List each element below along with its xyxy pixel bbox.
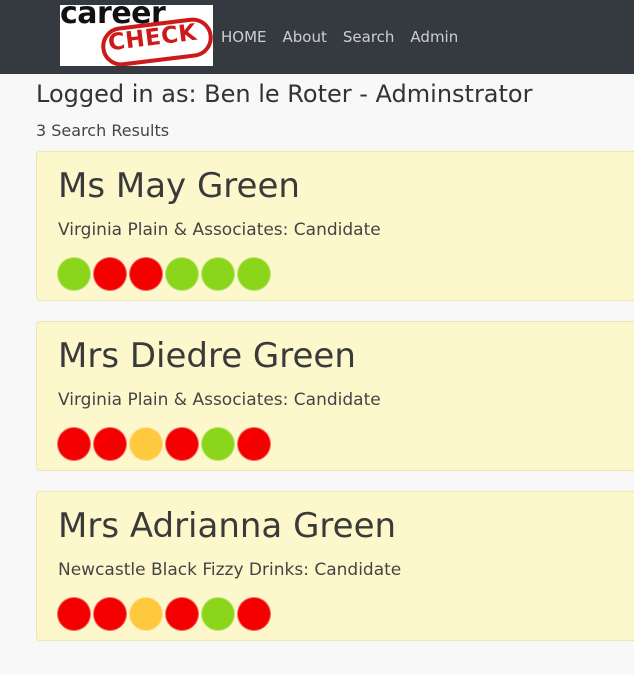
- status-dot-red: [237, 597, 271, 631]
- candidate-organisation: Virginia Plain & Associates: Candidate: [58, 220, 381, 240]
- status-dot-amber: [129, 597, 163, 631]
- result-card[interactable]: Ms May Green Virginia Plain & Associates…: [36, 151, 634, 301]
- candidate-name: Mrs Adrianna Green: [58, 506, 397, 546]
- status-dot-amber: [129, 427, 163, 461]
- navbar: career CHECK HOME About Search Admin: [0, 0, 634, 74]
- nav-search-link[interactable]: Search: [335, 24, 403, 50]
- status-dot-red: [57, 427, 91, 461]
- status-indicators: [57, 597, 273, 631]
- status-indicators: [57, 257, 273, 291]
- status-indicators: [57, 427, 273, 461]
- status-dot-green: [57, 257, 91, 291]
- candidate-name: Ms May Green: [58, 166, 300, 206]
- nav-about-link[interactable]: About: [275, 24, 335, 50]
- status-dot-red: [237, 427, 271, 461]
- status-dot-red: [129, 257, 163, 291]
- nav-links: HOME About Search Admin: [213, 24, 466, 50]
- status-dot-green: [201, 597, 235, 631]
- result-card[interactable]: Mrs Diedre Green Virginia Plain & Associ…: [36, 321, 634, 471]
- status-dot-green: [201, 427, 235, 461]
- search-result-count: 3 Search Results: [36, 121, 170, 140]
- nav-home-link[interactable]: HOME: [213, 24, 275, 50]
- candidate-organisation: Newcastle Black Fizzy Drinks: Candidate: [58, 560, 402, 580]
- status-dot-red: [93, 257, 127, 291]
- status-dot-red: [93, 597, 127, 631]
- career-check-logo[interactable]: career CHECK: [60, 5, 213, 66]
- logged-in-heading: Logged in as: Ben le Roter - Adminstrato…: [36, 80, 533, 108]
- status-dot-red: [165, 597, 199, 631]
- status-dot-green: [201, 257, 235, 291]
- status-dot-red: [57, 597, 91, 631]
- status-dot-green: [237, 257, 271, 291]
- status-dot-red: [165, 427, 199, 461]
- nav-admin-link[interactable]: Admin: [402, 24, 466, 50]
- candidate-organisation: Virginia Plain & Associates: Candidate: [58, 390, 381, 410]
- candidate-name: Mrs Diedre Green: [58, 336, 356, 376]
- result-card[interactable]: Mrs Adrianna Green Newcastle Black Fizzy…: [36, 491, 634, 641]
- status-dot-green: [165, 257, 199, 291]
- status-dot-red: [93, 427, 127, 461]
